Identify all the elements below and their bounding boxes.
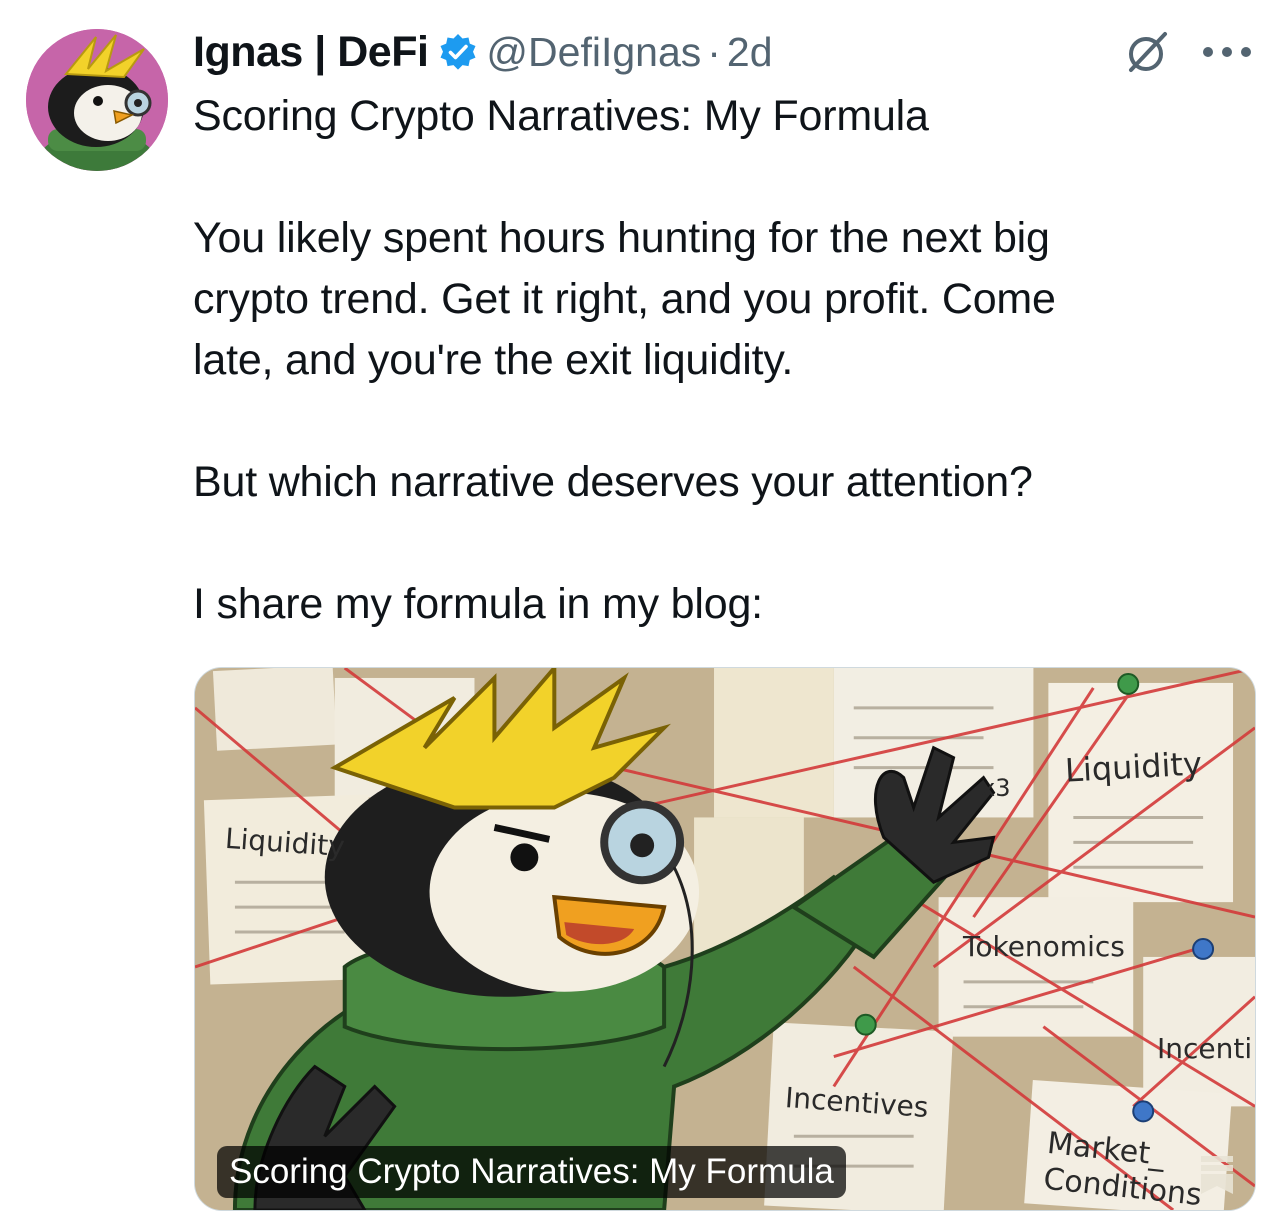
tweet-paragraph-1: You likely spent hours hunting for the n… [193, 214, 1056, 384]
display-name[interactable]: Ignas | DeFi [193, 28, 429, 77]
tweet-paragraph-2: But which narrative deserves your attent… [193, 458, 1033, 506]
note-tokenomics: Tokenomics [963, 930, 1125, 963]
tweet-header: Ignas | DeFi @DefiIgnas · 2d [193, 22, 1254, 82]
tweet[interactable]: Ignas | DeFi @DefiIgnas · 2d Scoring Cry… [0, 0, 1284, 1231]
verified-badge-icon[interactable] [438, 32, 478, 72]
note-incentives-right: Incenti [1157, 1032, 1253, 1065]
link-card[interactable]: Liquidity Liquidity x3 Tokenomics Incent… [194, 667, 1256, 1211]
note-multiplier: x3 [981, 774, 1011, 802]
bookmark-corner-icon [1201, 1156, 1233, 1194]
tweet-body: Scoring Crypto Narratives: My Formula Yo… [193, 86, 1243, 635]
tweet-paragraph-3: I share my formula in my blog: [193, 580, 763, 628]
timestamp[interactable]: 2d [727, 29, 773, 76]
author-handle[interactable]: @DefiIgnas [486, 29, 701, 76]
header-separator: · [707, 28, 721, 75]
more-options-icon[interactable] [1200, 40, 1254, 64]
grok-icon[interactable] [1122, 27, 1172, 77]
avatar[interactable] [26, 29, 168, 171]
card-caption[interactable]: Scoring Crypto Narratives: My Formula [217, 1146, 846, 1198]
tweet-title: Scoring Crypto Narratives: My Formula [193, 92, 929, 140]
note-liquidity-right: Liquidity [1064, 744, 1203, 790]
penguin-avatar-icon [26, 29, 168, 171]
